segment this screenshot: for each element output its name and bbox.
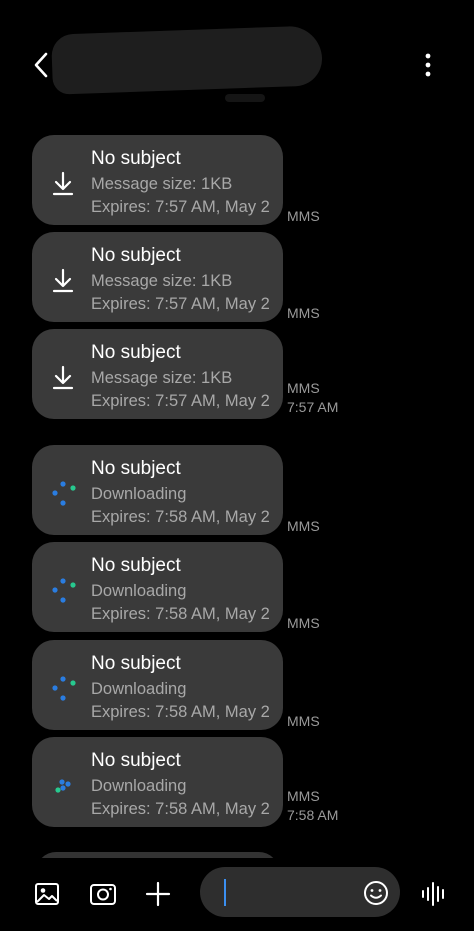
message-meta: MMS [287,517,320,536]
image-icon[interactable] [31,878,63,910]
message-type-label: MMS [287,518,320,534]
message-status: Downloading [91,582,187,600]
message-subject: No subject [91,148,181,169]
message-type-label: MMS [287,380,320,396]
loading-dots-icon [52,578,76,603]
mms-message-bubble[interactable]: No subject Downloading Expires: 7:58 AM, M… [32,445,283,535]
message-meta: MMS [287,712,320,731]
message-status: Downloading [91,680,187,698]
message-expiry: Expires: 7:58 AM, May 2 [91,800,270,818]
message-status: Downloading [91,485,187,503]
message-type-label: MMS [287,788,320,804]
camera-icon[interactable] [87,878,119,910]
message-type-label: MMS [287,615,320,631]
message-expiry: Expires: 7:57 AM, May 2 [91,295,270,313]
message-subject: No subject [91,750,181,771]
loading-dots-icon [55,779,71,793]
message-status: Downloading [91,777,187,795]
message-expiry: Expires: 7:57 AM, May 2 [91,392,270,410]
message-subject: No subject [91,342,181,363]
mms-message-bubble[interactable]: No subject Downloading Expires: 7:58 AM, M… [32,542,283,632]
mms-message-bubble[interactable]: No subject Message size: 1KB Expires: 7:57… [32,232,283,322]
message-expiry: Expires: 7:57 AM, May 2 [91,198,270,216]
mms-message-bubble[interactable]: No subject Message size: 1KB Expires: 7:57… [32,329,283,419]
message-expiry: Expires: 7:58 AM, May 2 [91,605,270,623]
mms-message-bubble[interactable]: No subject Downloading Expires: 7:58 AM, M… [32,640,283,730]
redacted-contact-detail [225,94,265,102]
message-meta: MMS [287,207,320,226]
plus-icon[interactable] [142,878,174,910]
message-status: Message size: 1KB [91,369,233,387]
redacted-contact-name [51,25,323,95]
message-expiry: Expires: 7:58 AM, May 2 [91,508,270,526]
download-icon[interactable] [46,167,80,201]
mms-message-bubble[interactable]: No subject Downloading Expires: 7:58 AM, M… [32,737,283,827]
voice-waveform-icon[interactable] [418,878,450,910]
message-timestamp: 7:58 AM [287,807,339,823]
message-type-label: MMS [287,713,320,729]
message-subject: No subject [91,458,181,479]
message-meta: MMS 7:57 AM [287,379,338,417]
text-caret [224,879,226,906]
message-subject: No subject [91,555,181,576]
message-status: Message size: 1KB [91,272,233,290]
message-meta: MMS [287,614,320,633]
message-expiry: Expires: 7:58 AM, May 2 [91,703,270,721]
message-meta: MMS 7:58 AM [287,787,338,825]
mms-message-bubble[interactable]: No subject Message size: 1KB Expires: 7:57… [32,135,283,225]
more-vertical-icon[interactable] [418,50,438,80]
emoji-icon[interactable] [359,876,393,910]
message-type-label: MMS [287,208,320,224]
message-subject: No subject [91,245,181,266]
message-status: Message size: 1KB [91,175,233,193]
message-subject: No subject [91,653,181,674]
loading-dots-icon [52,481,76,506]
conversation-header [0,0,474,120]
download-icon[interactable] [46,361,80,395]
message-timestamp: 7:57 AM [287,399,339,415]
message-meta: MMS [287,304,320,323]
message-type-label: MMS [287,305,320,321]
download-icon[interactable] [46,264,80,298]
loading-dots-icon [52,676,76,701]
